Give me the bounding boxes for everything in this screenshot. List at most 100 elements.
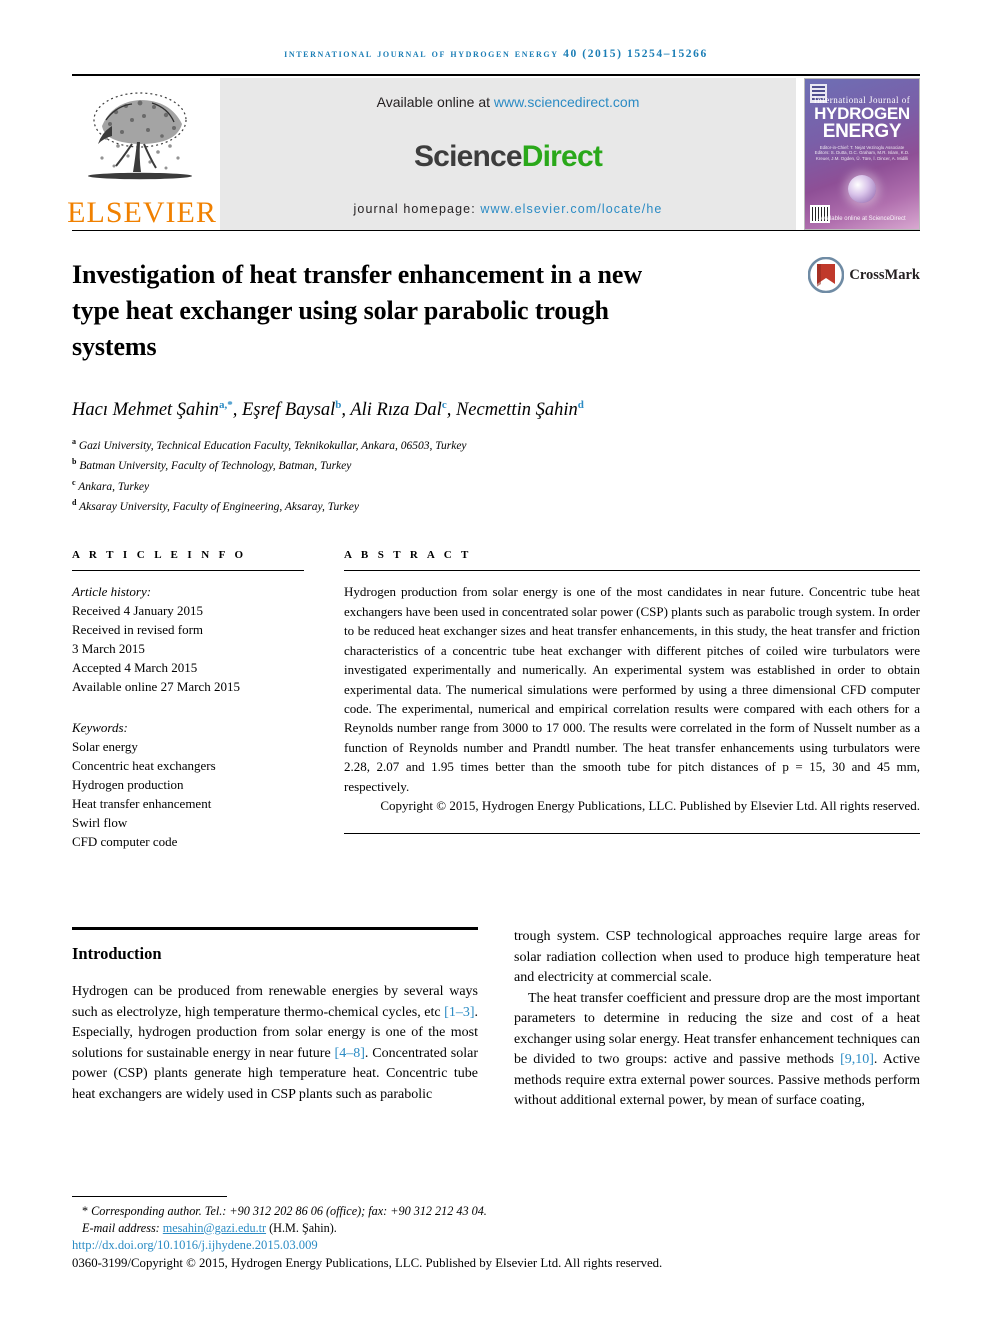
email-link[interactable]: mesahin@gazi.edu.tr — [163, 1221, 266, 1235]
keywords-label: Keywords: — [72, 720, 128, 736]
journal-homepage-link[interactable]: www.elsevier.com/locate/he — [480, 202, 662, 216]
paragraph: The heat transfer coefficient and pressu… — [514, 989, 920, 1112]
keyword-item[interactable]: Swirl flow — [72, 813, 304, 832]
keyword-item[interactable]: Hydrogen production — [72, 775, 304, 794]
header-divider-rule — [72, 74, 920, 76]
affiliation-text: Gazi University, Technical Education Fac… — [78, 439, 467, 452]
keyword-item[interactable]: Heat transfer enhancement — [72, 794, 304, 813]
introduction-heading: Introduction — [72, 944, 162, 964]
masthead: ELSEVIER Available online at www.science… — [67, 78, 920, 230]
author-item: Necmettin Şahind — [456, 399, 584, 420]
body-columns: Introduction Hydrogen can be produced fr… — [72, 927, 920, 1112]
affiliation-list: a Gazi University, Technical Education F… — [72, 434, 920, 515]
author-name: Ali Rıza Dal — [350, 400, 442, 421]
article-info-heading: A R T I C L E I N F O — [72, 549, 247, 562]
affiliation-text: Aksaray University, Faculty of Engineeri… — [79, 500, 360, 513]
affiliation-text: Batman University, Faculty of Technology… — [79, 460, 352, 473]
running-head: International Journal of Hydrogen Energy… — [72, 0, 920, 74]
abstract-heading: A B S T R A C T — [344, 549, 472, 562]
affiliation-text: Ankara, Turkey — [78, 480, 150, 493]
cover-orb-graphic — [848, 175, 876, 203]
affiliation-item: d Aksaray University, Faculty of Enginee… — [72, 495, 920, 515]
abstract-copyright: Copyright © 2015, Hydrogen Energy Public… — [380, 797, 920, 813]
author-name: Hacı Mehmet Şahin — [72, 400, 219, 421]
article-history-item: 3 March 2015 — [72, 641, 145, 657]
author-list: Hacı Mehmet Şahina,*, Eşref Baysalb, Ali… — [72, 399, 584, 421]
sciencedirect-logo-science: Science — [413, 140, 523, 173]
introduction-top-rule — [72, 927, 478, 931]
cover-editors: Editor-in-Chief: T. Nejat Veziroglu Asso… — [814, 145, 910, 161]
author-affil-marks[interactable]: a,* — [219, 399, 233, 411]
body-column-right: trough system. CSP technological approac… — [514, 927, 920, 1112]
affiliation-mark: c — [72, 477, 76, 487]
author-item: Hacı Mehmet Şahina,* — [72, 399, 233, 421]
corresponding-author-text: Corresponding author. Tel.: +90 312 202 … — [88, 1204, 487, 1218]
keyword-item[interactable]: Solar energy — [72, 737, 304, 756]
email-label: E-mail address: — [82, 1220, 163, 1235]
introduction-left-text: Hydrogen can be produced from renewable … — [72, 982, 478, 1105]
masthead-bottom-rule — [72, 230, 920, 231]
crossmark-badge[interactable]: CrossMark — [808, 256, 920, 294]
cover-title-line1: HYDROGEN — [814, 104, 910, 123]
article-history-block: Article history: Received 4 January 2015… — [72, 582, 304, 696]
citation-ref[interactable]: [1–3] — [444, 1005, 474, 1020]
affiliation-mark: b — [72, 457, 77, 467]
info-abstract-section: A R T I C L E I N F O Article history: R… — [72, 549, 920, 851]
author-affil-marks[interactable]: d — [578, 399, 584, 411]
elsevier-wordmark: ELSEVIER — [67, 196, 217, 229]
journal-article-page: International Journal of Hydrogen Energy… — [0, 0, 992, 1323]
affiliation-mark: a — [72, 437, 76, 447]
article-info-column: A R T I C L E I N F O Article history: R… — [72, 549, 304, 851]
corresponding-author-note: * Corresponding author. Tel.: +90 312 20… — [72, 1203, 920, 1220]
affiliation-item: b Batman University, Faculty of Technolo… — [72, 454, 920, 474]
keyword-item[interactable]: CFD computer code — [72, 832, 304, 851]
running-head-text: International Journal of Hydrogen Energy… — [284, 48, 708, 60]
citation-ref[interactable]: [4–8] — [335, 1046, 365, 1061]
paragraph: trough system. CSP technological approac… — [514, 929, 920, 986]
paragraph: Hydrogen can be produced from renewable … — [72, 982, 478, 1105]
article-history-item: Received 4 January 2015 — [72, 603, 204, 619]
affiliation-item: a Gazi University, Technical Education F… — [72, 434, 920, 454]
abstract-column: A B S T R A C T Hydrogen production from… — [344, 549, 920, 851]
available-online-label: Available online at — [376, 94, 494, 110]
page-title: Investigation of heat transfer enhanceme… — [72, 260, 642, 361]
introduction-right-text: trough system. CSP technological approac… — [514, 927, 920, 1112]
email-note: E-mail address: mesahin@gazi.edu.tr (H.M… — [72, 1220, 920, 1237]
affiliation-item: c Ankara, Turkey — [72, 475, 920, 495]
doi-link[interactable]: http://dx.doi.org/10.1016/j.ijhydene.201… — [72, 1238, 920, 1253]
abstract-rule — [344, 570, 920, 572]
abstract-bottom-rule — [344, 833, 920, 835]
elsevier-tree-icon — [82, 86, 202, 196]
keyword-item[interactable]: Concentric heat exchangers — [72, 756, 304, 775]
journal-homepage-line: journal homepage: www.elsevier.com/locat… — [354, 202, 663, 216]
sciencedirect-logo-direct: Direct — [521, 140, 603, 173]
author-affil-marks[interactable]: b — [335, 399, 341, 411]
sciencedirect-url-link[interactable]: www.sciencedirect.com — [494, 94, 640, 110]
article-history-item: Accepted 4 March 2015 — [72, 660, 198, 676]
crossmark-icon — [808, 256, 845, 294]
elsevier-logo: ELSEVIER — [67, 78, 216, 230]
journal-homepage-label: journal homepage: — [353, 202, 481, 216]
article-history-item: Available online 27 March 2015 — [72, 679, 240, 695]
crossmark-label: CrossMark — [849, 266, 920, 283]
sciencedirect-logo[interactable]: ScienceDirect — [413, 140, 603, 174]
author-item: Eşref Baysalb — [241, 399, 341, 421]
email-suffix: (H.M. Şahin). — [266, 1220, 337, 1235]
author-item: Ali Rıza Dalc — [350, 399, 447, 421]
body-column-left: Introduction Hydrogen can be produced fr… — [72, 927, 478, 1112]
article-info-rule — [72, 570, 304, 572]
citation-ref[interactable]: [9,10] — [840, 1052, 874, 1067]
footnote-rule — [72, 1196, 227, 1197]
cover-footer-text: Available online at ScienceDirect — [818, 216, 906, 222]
abstract-body: Hydrogen production from solar energy is… — [344, 584, 920, 794]
author-name: Eşref Baysal — [241, 400, 336, 421]
journal-cover-art: International Journal of HYDROGEN ENERGY… — [805, 79, 919, 229]
issn-copyright-line: 0360-3199/Copyright © 2015, Hydrogen Ene… — [72, 1256, 663, 1270]
author-affil-marks[interactable]: c — [442, 399, 447, 411]
title-area: Investigation of heat transfer enhanceme… — [72, 256, 920, 365]
page-footnote: * Corresponding author. Tel.: +90 312 20… — [72, 1196, 920, 1271]
affiliation-mark: d — [72, 498, 77, 508]
journal-cover-thumbnail[interactable]: International Journal of HYDROGEN ENERGY… — [804, 78, 920, 230]
article-history-item: Received in revised form — [72, 622, 204, 638]
cover-title-line2: ENERGY — [822, 121, 902, 142]
